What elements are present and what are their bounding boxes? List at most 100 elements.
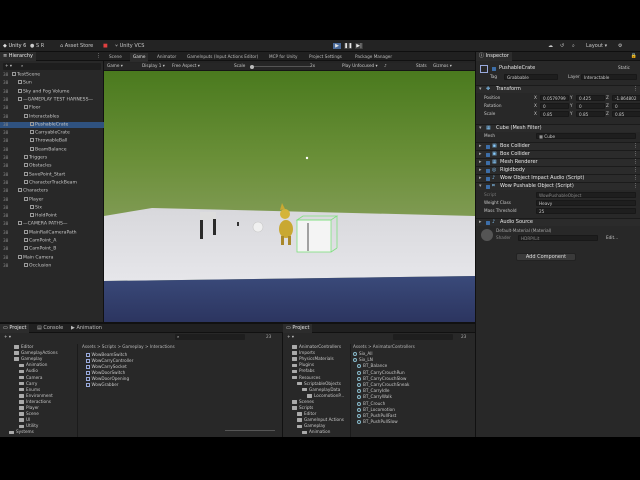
scale-slider[interactable] — [250, 64, 310, 69]
hierarchy-row[interactable]: 38 CamPoint_A — [0, 238, 104, 244]
folder-tree-item[interactable]: LocomotionP... — [307, 393, 344, 399]
asset-file-item[interactable]: Six_LN — [353, 357, 373, 363]
asset-file-item[interactable]: WowGrabber — [86, 382, 119, 388]
tab-package-manager[interactable]: Package Manager — [352, 53, 395, 62]
component-enable-checkbox[interactable] — [486, 177, 490, 181]
component-menu-icon[interactable]: ⋮ — [633, 175, 638, 182]
component-enable-checkbox[interactable] — [486, 161, 490, 165]
folder-tree-item[interactable]: GameplayData — [302, 387, 340, 393]
weight-class-dropdown[interactable]: Heavy — [536, 200, 636, 206]
folder-tree-item[interactable]: Scene — [19, 411, 39, 417]
record-icon[interactable]: ■ — [103, 43, 108, 50]
mesh-field[interactable]: ▦ Cube — [536, 133, 636, 139]
hierarchy-row[interactable]: 38 ThrowableBall — [0, 138, 104, 144]
asset-file-item[interactable]: BT_Balance — [357, 363, 387, 369]
hierarchy-row[interactable]: 38 SavePoint_Start — [0, 171, 104, 178]
tab-animator[interactable]: Animator — [154, 53, 179, 62]
static-toggle[interactable]: Static — [618, 65, 630, 71]
folder-tree-item[interactable]: Gameplay — [14, 356, 42, 362]
game-viewport[interactable] — [104, 71, 475, 322]
hierarchy-row[interactable]: 38 Occlusion — [0, 262, 104, 269]
hierarchy-row[interactable]: 38 Sky and Fog Volume — [0, 88, 104, 95]
folder-tree-item[interactable]: Gameplay — [297, 423, 325, 429]
folder-tree-item[interactable]: PhysicsMaterials — [292, 356, 334, 362]
step-button[interactable]: ▶| — [354, 42, 364, 50]
icon-size-slider[interactable] — [225, 430, 275, 431]
folder-tree-item[interactable]: Audio — [19, 368, 38, 374]
asset-file-item[interactable]: BT_Locomotion — [357, 407, 395, 413]
component-header[interactable]: ▸ ♪ Wow Object Impact Audio (Script) ⋮ — [476, 174, 640, 182]
add-component-button[interactable]: Add Component — [516, 253, 576, 261]
folder-tree-item[interactable]: Resources — [292, 375, 320, 381]
hierarchy-row[interactable]: 38 Sun — [0, 80, 104, 86]
layout-dropdown[interactable]: Layout ▾ — [586, 43, 607, 50]
tab-project-right[interactable]: ▭ Project — [283, 324, 313, 333]
play-button[interactable]: ▶ — [332, 42, 342, 50]
mute-audio-icon[interactable]: ♪ — [384, 63, 387, 69]
hierarchy-row[interactable]: 38 PushableCrate — [0, 121, 104, 128]
folder-tree-item[interactable]: Interactions — [19, 399, 51, 405]
transform-header[interactable]: ▾ ✥ Transform ⋮ — [476, 85, 640, 93]
hierarchy-row[interactable]: 38 TestScene — [0, 72, 104, 78]
position-z-field[interactable]: -1.864802 — [612, 95, 640, 101]
hierarchy-row[interactable]: 38 Main Camera — [0, 254, 104, 261]
tab-mcp-for-unity[interactable]: MCP for Unity — [266, 53, 301, 62]
tab-game[interactable]: Game — [130, 53, 149, 62]
folder-tree-item[interactable]: Animation — [302, 429, 330, 435]
folder-tree-item[interactable]: Plugins — [292, 362, 314, 368]
component-header[interactable]: ▸ ▦ Mesh Renderer ⋮ — [476, 158, 640, 166]
scale-y-field[interactable]: 0.85 — [576, 111, 605, 117]
folder-tree-item[interactable]: UI — [19, 417, 30, 423]
component-enable-checkbox[interactable] — [486, 153, 490, 157]
stats-toggle[interactable]: Stats — [416, 63, 427, 69]
active-checkbox[interactable] — [492, 66, 496, 71]
create-asset-button[interactable]: + ▾ — [4, 334, 11, 340]
settings-icon[interactable]: ⚙ — [618, 43, 622, 50]
component-header[interactable]: ▸ ◎ Rigidbody ⋮ — [476, 166, 640, 174]
scale-z-field[interactable]: 0.85 — [612, 111, 640, 117]
hierarchy-search-input[interactable]: + ▾ ⌕ — [3, 63, 101, 70]
asset-file-item[interactable]: BT_PushPullFast — [357, 413, 396, 419]
unity-account-menu[interactable]: ◆ Unity 6 — [3, 43, 26, 50]
hierarchy-row[interactable]: 38 Player — [0, 196, 104, 203]
undo-history-icon[interactable]: ↺ — [560, 43, 564, 50]
play-focus-dropdown[interactable]: Play Unfocused ▾ — [342, 63, 378, 69]
tab-inspector[interactable]: ⓘ Inspector — [476, 52, 512, 61]
tab-project[interactable]: ▭ Project — [0, 324, 30, 333]
hierarchy-row[interactable]: 38 CamPoint_B — [0, 246, 104, 252]
tab-animation[interactable]: ▶ Animation — [68, 324, 105, 333]
tab-console[interactable]: ▤ Console — [34, 324, 66, 333]
folder-tree-item[interactable]: Scenes — [292, 399, 314, 405]
folder-tree-item[interactable]: Camera — [19, 375, 42, 381]
create-asset-button[interactable]: + ▾ — [287, 334, 294, 340]
hierarchy-row[interactable]: 38 Floor — [0, 105, 104, 111]
asset-file-item[interactable]: BT_Crouch — [357, 401, 385, 407]
asset-file-item[interactable]: Six_All — [353, 351, 373, 357]
component-enable-checkbox[interactable] — [486, 145, 490, 149]
component-enable-checkbox[interactable] — [486, 169, 490, 173]
component-menu-icon[interactable]: ⋮ — [633, 143, 638, 150]
folder-tree-item[interactable]: Systems — [9, 429, 34, 435]
hierarchy-row[interactable]: 38 Obstacles — [0, 163, 104, 169]
component-header[interactable]: ▸ ▣ Box Collider ⋮ — [476, 142, 640, 150]
tab-scene[interactable]: Scene — [106, 53, 125, 62]
asset-file-item[interactable]: BT_CarryCrouchSlow — [357, 376, 406, 382]
rotation-z-field[interactable]: 0 — [612, 103, 640, 109]
folder-tree-item[interactable]: Player — [19, 405, 39, 411]
folder-tree-item[interactable]: Utility — [19, 423, 38, 429]
hierarchy-row[interactable]: 38 Characters — [0, 188, 104, 194]
component-menu-icon[interactable]: ⋮ — [633, 159, 638, 166]
folder-tree-item[interactable]: Editor — [14, 344, 33, 350]
component-menu-icon[interactable]: ⋮ — [633, 167, 638, 174]
hierarchy-row[interactable]: 38 CharacterTrackBeam — [0, 179, 104, 186]
version-control-button[interactable]: ⑂ Unity VCS — [115, 43, 144, 50]
component-menu-icon[interactable]: ⋮ — [633, 183, 638, 190]
folder-tree-item[interactable]: Environment — [19, 393, 53, 399]
folder-tree-item[interactable]: Animation — [19, 362, 47, 368]
component-menu-icon[interactable]: ⋮ — [633, 86, 638, 93]
tab-hierarchy[interactable]: ≡ Hierarchy — [0, 52, 36, 61]
gizmos-dropdown[interactable]: Gizmos ▾ — [433, 63, 452, 69]
rotation-x-field[interactable]: 0 — [540, 103, 569, 109]
lock-icon[interactable]: 🔒 — [631, 53, 637, 60]
asset-file-item[interactable]: BT_CarryWalk — [357, 394, 392, 400]
